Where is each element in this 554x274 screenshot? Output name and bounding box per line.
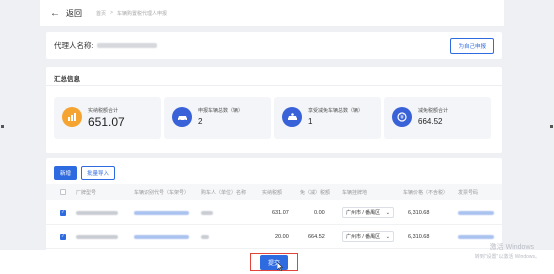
stat-label: 申报车辆总数（辆） [198, 108, 244, 114]
breadcrumb: 首页 > 车辆购置税代理人申报 [96, 10, 167, 17]
top-bar: ← 返回 首页 > 车辆购置税代理人申报 [40, 0, 504, 26]
windows-activation-watermark: 激活 Windows [489, 244, 534, 251]
add-button[interactable]: 新增 [54, 166, 78, 180]
row-checkbox[interactable]: ✓ [60, 233, 66, 240]
agent-name-redacted [96, 43, 157, 48]
buyer-redacted [201, 234, 209, 239]
exempt-tax-cell: 664.52 [308, 233, 325, 240]
self-declare-button[interactable]: 为自己申报 [450, 37, 494, 54]
submit-highlight: 提交 [250, 253, 298, 271]
chevron-down-icon: ⌄ [385, 233, 390, 240]
car-discount-icon [282, 107, 302, 127]
select-all-checkbox[interactable] [60, 189, 66, 195]
stat-total-paid-tax: 实纳税额合计 651.07 [54, 97, 161, 139]
batch-import-button[interactable]: 批量导入 [81, 166, 116, 180]
row-checkbox[interactable]: ✓ [60, 209, 66, 216]
edge-marker [550, 125, 553, 128]
summary-card: 汇总信息 实纳税额合计 651.07 申报车辆总数（辆） 2 享受减免车辆总数（… [46, 67, 502, 153]
breadcrumb-home[interactable]: 首页 [96, 10, 106, 17]
column-header: 车辆识别代号（车架号） [134, 189, 190, 196]
paid-tax-cell: 20.00 [275, 233, 289, 240]
price-cell: 6,310.68 [408, 233, 430, 240]
table-row[interactable]: ✓ 20.00 664.52 广州市 / 番禺区 ⌄ 6,310.68 [46, 225, 502, 249]
column-header: 车辆挂牌地 [342, 189, 368, 196]
price-cell: 6,310.68 [408, 209, 430, 216]
brand-model-redacted [76, 210, 118, 215]
stat-label: 实纳税额合计 [88, 108, 119, 114]
agent-card: 代理人名称: 为自己申报 [46, 32, 502, 59]
stat-label: 减免税额合计 [418, 108, 449, 114]
stat-total-exempt-tax: ¥ 减免税额合计 664.52 [384, 97, 491, 139]
column-header: 免（减）税额 [300, 189, 331, 196]
stat-value: 664.52 [418, 117, 443, 126]
windows-activation-hint: 转到"设置"以激活 Windows。 [474, 254, 540, 260]
invoice-redacted [458, 210, 494, 215]
exempt-tax-cell: 0.00 [314, 209, 325, 216]
plate-location-value: 广州市 / 番禺区 [346, 234, 381, 240]
paid-tax-cell: 631.07 [272, 209, 289, 216]
table-header: 厂牌型号 车辆识别代号（车架号） 购车人（单位）名称 实纳税额 免（减）税额 车… [46, 184, 502, 200]
table-toolbar: 新增 批量导入 [54, 166, 116, 180]
column-header: 购车人（单位）名称 [201, 189, 247, 196]
vehicle-table-card: 新增 批量导入 厂牌型号 车辆识别代号（车架号） 购车人（单位）名称 实纳税额 … [46, 158, 502, 258]
vin-redacted[interactable] [134, 234, 189, 239]
stat-label: 享受减免车辆总数（辆） [308, 108, 364, 114]
car-icon [172, 107, 192, 127]
edge-marker [1, 125, 4, 128]
svg-text:¥: ¥ [400, 114, 404, 121]
back-button[interactable]: ← 返回 [50, 8, 82, 19]
stat-value: 1 [308, 117, 313, 126]
column-header: 发票号码 [458, 189, 479, 196]
plate-location-value: 广州市 / 番禺区 [346, 210, 381, 216]
stat-declared-vehicles: 申报车辆总数（辆） 2 [164, 97, 271, 139]
brand-model-redacted [76, 234, 118, 239]
plate-location-select[interactable]: 广州市 / 番禺区 ⌄ [342, 207, 394, 218]
invoice-redacted [458, 234, 494, 239]
column-header: 厂牌型号 [76, 189, 97, 196]
agent-name-row: 代理人名称: [54, 40, 157, 51]
column-header: 车辆价格（不含税） [403, 189, 449, 196]
agent-name-label: 代理人名称: [54, 41, 94, 50]
breadcrumb-separator: > [110, 9, 113, 16]
tax-relief-icon: ¥ [392, 107, 412, 127]
chevron-down-icon: ⌄ [385, 209, 390, 216]
submit-button[interactable]: 提交 [259, 254, 288, 270]
buyer-redacted [201, 210, 213, 215]
stat-value: 2 [198, 117, 203, 126]
divider [46, 85, 502, 86]
stat-exempt-vehicles: 享受减免车辆总数（辆） 1 [274, 97, 381, 139]
stat-value: 651.07 [88, 115, 125, 129]
mouse-pointer-icon [276, 261, 284, 273]
plate-location-select[interactable]: 广州市 / 番禺区 ⌄ [342, 231, 394, 242]
bar-chart-icon [62, 107, 82, 127]
arrow-left-icon: ← [50, 7, 60, 19]
back-label: 返回 [66, 8, 82, 18]
breadcrumb-current: 车辆购置税代理人申报 [116, 10, 167, 17]
column-header: 实纳税额 [262, 189, 283, 196]
table-row[interactable]: ✓ 631.07 0.00 广州市 / 番禺区 ⌄ 6,310.68 [46, 201, 502, 225]
vin-redacted[interactable] [134, 210, 189, 215]
summary-title: 汇总信息 [54, 76, 80, 83]
